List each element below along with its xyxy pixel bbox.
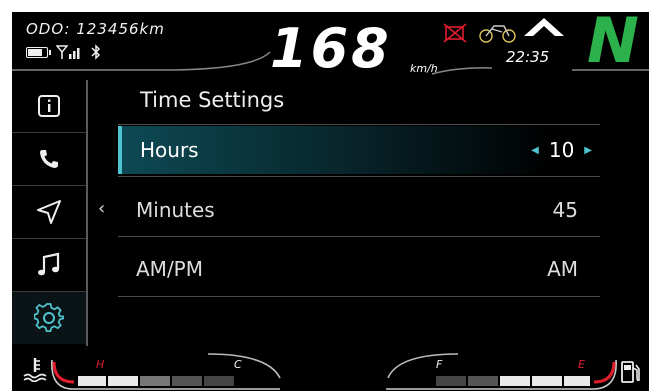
- dashboard-screen: ODO: 123456km 168 km/h 22:35 N ‹ Time Se…: [12, 12, 649, 391]
- temp-high-label: H: [96, 358, 104, 371]
- navigation-icon: [37, 200, 61, 224]
- divider: [118, 124, 600, 125]
- fuel-gauge: F E: [386, 353, 617, 390]
- coolant-temp-icon: [23, 358, 47, 382]
- sidebar-item-phone[interactable]: [12, 133, 86, 186]
- list-item-label: Minutes: [136, 198, 215, 222]
- page-title: Time Settings: [140, 88, 285, 112]
- temperature-gauge: H C: [51, 353, 281, 390]
- phone-icon: [40, 150, 58, 168]
- settings-icon: [34, 303, 64, 332]
- ampm-value: AM: [547, 257, 578, 281]
- list-item-label: AM/PM: [136, 257, 203, 281]
- speed-readout: 168: [270, 17, 392, 80]
- list-item-hours[interactable]: Hours ◀ 10 ▶: [118, 126, 602, 174]
- sidebar-item-music[interactable]: [12, 239, 86, 292]
- divider: [118, 296, 600, 297]
- list-item-minutes[interactable]: Minutes 45: [118, 186, 598, 234]
- sidebar-item-navigation[interactable]: [12, 186, 86, 239]
- divider: [118, 236, 600, 237]
- list-item-label: Hours: [140, 138, 199, 162]
- engine-warning-icon: [443, 23, 467, 43]
- decrement-arrow-icon[interactable]: ◀: [531, 145, 539, 156]
- hours-stepper[interactable]: ◀ 10 ▶: [531, 138, 592, 162]
- motorcycle-icon: [479, 25, 516, 43]
- info-icon: [38, 95, 60, 117]
- fuel-pump-icon: [621, 361, 640, 383]
- speed-unit: km/h: [410, 62, 438, 75]
- increment-arrow-icon[interactable]: ▶: [584, 145, 592, 156]
- sidebar-item-info[interactable]: [12, 80, 86, 133]
- minutes-value: 45: [552, 198, 578, 222]
- sidebar-item-settings[interactable]: [12, 292, 86, 344]
- shift-up-icon: [524, 18, 564, 37]
- sidebar: [12, 80, 88, 346]
- back-chevron-icon[interactable]: ‹: [98, 198, 105, 219]
- list-item-ampm[interactable]: AM/PM AM: [118, 245, 598, 293]
- temp-low-label: C: [234, 358, 242, 371]
- clock: 22:35: [506, 48, 550, 66]
- fuel-empty-label: E: [578, 358, 585, 371]
- fuel-full-label: F: [436, 358, 443, 371]
- divider: [118, 176, 600, 177]
- music-icon: [38, 252, 60, 276]
- gear-indicator: N: [587, 12, 639, 77]
- hours-value: 10: [548, 138, 575, 162]
